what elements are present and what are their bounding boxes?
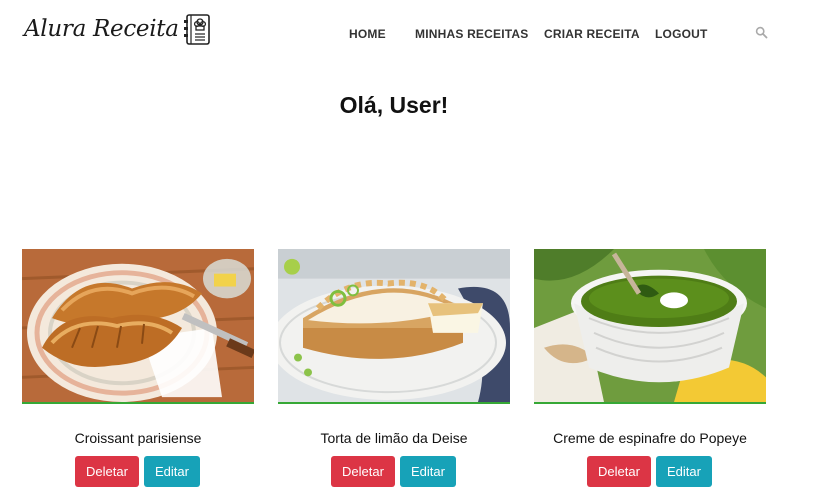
- edit-button[interactable]: Editar: [144, 456, 200, 487]
- recipe-actions: Deletar Editar: [331, 456, 456, 487]
- delete-button[interactable]: Deletar: [75, 456, 139, 487]
- recipe-card: Creme de espinafre do Popeye Deletar Edi…: [534, 249, 766, 487]
- recipe-title: Creme de espinafre do Popeye: [553, 430, 747, 446]
- nav-logout[interactable]: LOGOUT: [655, 27, 708, 41]
- delete-button[interactable]: Deletar: [587, 456, 651, 487]
- recipe-image-creme[interactable]: [534, 249, 766, 404]
- recipe-title: Croissant parisiense: [74, 430, 202, 446]
- recipe-image-torta[interactable]: [278, 249, 510, 404]
- nav-minhas-receitas[interactable]: MINHAS RECEITAS: [415, 27, 528, 41]
- recipe-card: Torta de limão da Deise Deletar Editar: [278, 249, 510, 487]
- delete-button[interactable]: Deletar: [331, 456, 395, 487]
- recipe-actions: Deletar Editar: [75, 456, 200, 487]
- main-nav: HOME MINHAS RECEITAS CRIAR RECEITA LOGOU…: [0, 27, 816, 41]
- edit-button[interactable]: Editar: [656, 456, 712, 487]
- page-title: Olá, User!: [339, 92, 449, 118]
- edit-button[interactable]: Editar: [400, 456, 456, 487]
- recipe-card: Croissant parisiense Deletar Editar: [22, 249, 254, 487]
- site-header: Alura Receita HOME MINHAS RECEITAS CRIAR…: [0, 0, 816, 66]
- recipe-title: Torta de limão da Deise: [320, 430, 468, 446]
- recipe-actions: Deletar Editar: [587, 456, 712, 487]
- search-icon[interactable]: [755, 26, 768, 39]
- nav-criar-receita[interactable]: CRIAR RECEITA: [544, 27, 640, 41]
- recipe-image-croissant[interactable]: [22, 249, 254, 404]
- nav-home[interactable]: HOME: [349, 27, 386, 41]
